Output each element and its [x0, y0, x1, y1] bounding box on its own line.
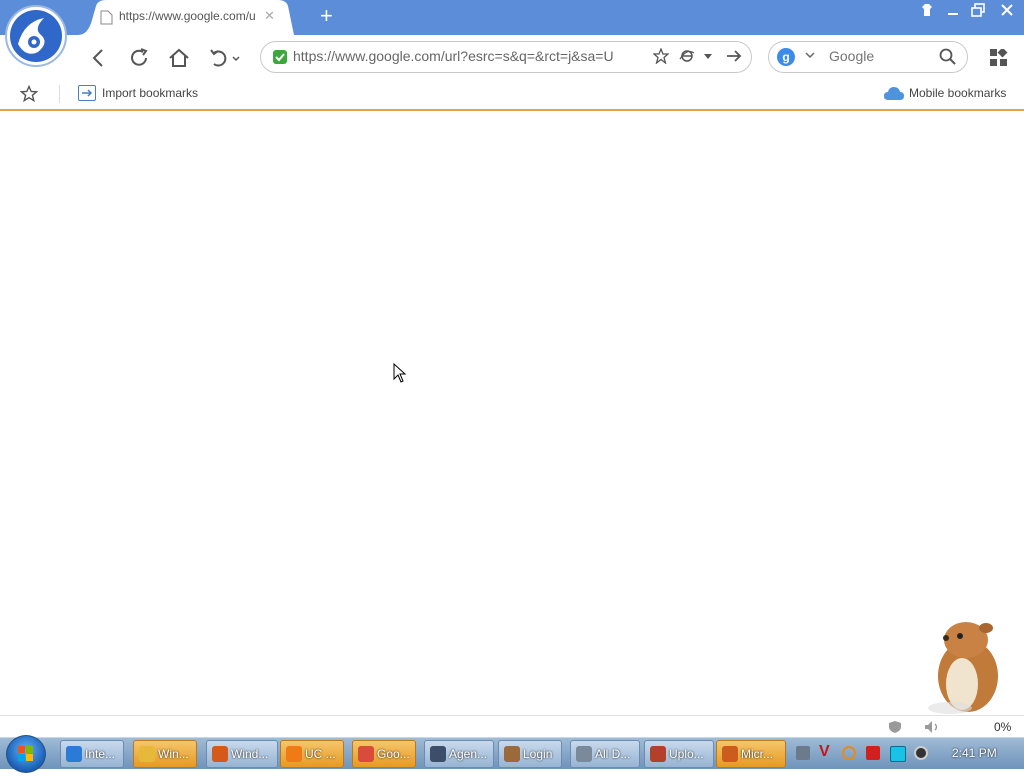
clock[interactable]: 2:41 PM	[952, 746, 997, 760]
tray-v-icon[interactable]: V	[819, 743, 833, 760]
hamster-mascot-icon	[928, 622, 998, 714]
zoom-level[interactable]: 0%	[994, 720, 1011, 734]
taskbar-item-label: Goo...	[377, 747, 410, 761]
windows-logo-icon	[18, 746, 33, 761]
tab-active[interactable]: https://www.google.com/u ✕	[78, 0, 294, 35]
title-bar: https://www.google.com/u ✕ +	[0, 0, 1024, 35]
reload-icon[interactable]	[126, 45, 152, 71]
taskbar-item-label: UC ...	[305, 747, 336, 761]
mobile-bookmarks-label: Mobile bookmarks	[909, 86, 1007, 100]
taskbar-item[interactable]: Wind...	[206, 740, 278, 768]
taskbar-item-label: Agen...	[449, 747, 488, 761]
search-input[interactable]	[827, 47, 931, 65]
secure-check-icon	[273, 50, 287, 64]
taskbar-item[interactable]: Win...	[133, 740, 197, 768]
start-button[interactable]	[6, 735, 46, 773]
skin-icon[interactable]	[920, 3, 934, 21]
uc-browser-logo-icon[interactable]	[4, 4, 68, 68]
taskbar-item[interactable]: Inte...	[60, 740, 124, 768]
navigation-toolbar: https://www.google.com/url?esrc=s&q=&rct…	[0, 35, 1024, 79]
tray-record-icon[interactable]	[914, 746, 928, 760]
page-content[interactable]	[0, 111, 1024, 715]
favorites-star-icon[interactable]	[20, 85, 38, 103]
new-tab-icon[interactable]: +	[320, 3, 333, 29]
cloud-icon	[884, 87, 904, 100]
apps-grid-icon[interactable]	[990, 49, 1008, 67]
tab-title: https://www.google.com/u	[119, 9, 256, 23]
mouse-cursor-icon	[393, 363, 407, 383]
tray-display-icon[interactable]	[890, 746, 906, 762]
tray-flag-icon[interactable]	[866, 746, 880, 760]
taskbar-item-label: Wind...	[231, 747, 269, 761]
engine-dropdown-icon[interactable]	[804, 47, 816, 68]
taskbar-item[interactable]: Login	[498, 740, 562, 768]
taskbar-item-label: Micr...	[741, 747, 773, 761]
undo-close-icon[interactable]	[206, 45, 244, 71]
tab-close-icon[interactable]: ✕	[264, 8, 275, 24]
google-engine-icon[interactable]: g	[777, 48, 795, 66]
shield-icon[interactable]	[888, 720, 902, 734]
taskbar-item-label: Login	[523, 747, 553, 761]
bookmark-star-icon[interactable]	[653, 48, 669, 64]
upload-icon	[650, 746, 666, 762]
home-icon[interactable]	[166, 45, 192, 71]
taskbar-item[interactable]: Goo...	[352, 740, 416, 768]
folder-icon	[139, 746, 155, 762]
page-icon	[100, 10, 113, 25]
back-icon[interactable]	[86, 45, 112, 71]
gopher-icon	[504, 746, 520, 762]
office-icon	[722, 746, 738, 762]
go-arrow-icon[interactable]	[725, 48, 743, 64]
address-url[interactable]: https://www.google.com/url?esrc=s&q=&rct…	[293, 48, 613, 64]
search-icon[interactable]	[939, 48, 957, 66]
volume-icon[interactable]	[924, 720, 942, 734]
taskbar: Inte... Win... Wind... UC ... Goo... Agen... L…	[0, 735, 1024, 773]
address-bar[interactable]: https://www.google.com/url?esrc=s&q=&rct…	[260, 41, 752, 73]
media-player-icon	[212, 746, 228, 762]
taskbar-item[interactable]: Uplo...	[644, 740, 714, 768]
uc-browser-icon	[286, 746, 302, 762]
chrome-icon	[358, 746, 374, 762]
bookmarks-bar: Import bookmarks Mobile bookmarks	[0, 79, 1024, 111]
bookmarks-separator	[59, 85, 60, 103]
taskbar-item-label: All D...	[595, 747, 631, 761]
tray-network-icon[interactable]	[796, 746, 810, 760]
minimize-icon[interactable]	[946, 3, 960, 21]
search-box[interactable]: g	[768, 41, 968, 73]
taskbar-item-label: Win...	[158, 747, 189, 761]
ie-icon	[66, 746, 82, 762]
taskbar-item[interactable]: Agen...	[424, 740, 494, 768]
taskbar-item-label: Uplo...	[669, 747, 704, 761]
taskbar-item[interactable]: UC ...	[280, 740, 344, 768]
document-icon	[576, 746, 592, 762]
dropdown-arrow-icon[interactable]	[703, 53, 713, 61]
status-bar: 0%	[0, 715, 1024, 738]
ie-mode-icon[interactable]	[679, 48, 695, 64]
close-window-icon[interactable]	[1000, 3, 1014, 21]
taskbar-item-label: Inte...	[85, 747, 116, 761]
agent-icon	[430, 746, 446, 762]
import-bookmarks-label: Import bookmarks	[102, 86, 199, 100]
taskbar-item[interactable]: Micr...	[716, 740, 786, 768]
taskbar-item[interactable]: All D...	[570, 740, 640, 768]
import-icon	[78, 85, 96, 101]
tray-search-icon[interactable]	[842, 746, 856, 760]
restore-icon[interactable]	[971, 3, 985, 21]
